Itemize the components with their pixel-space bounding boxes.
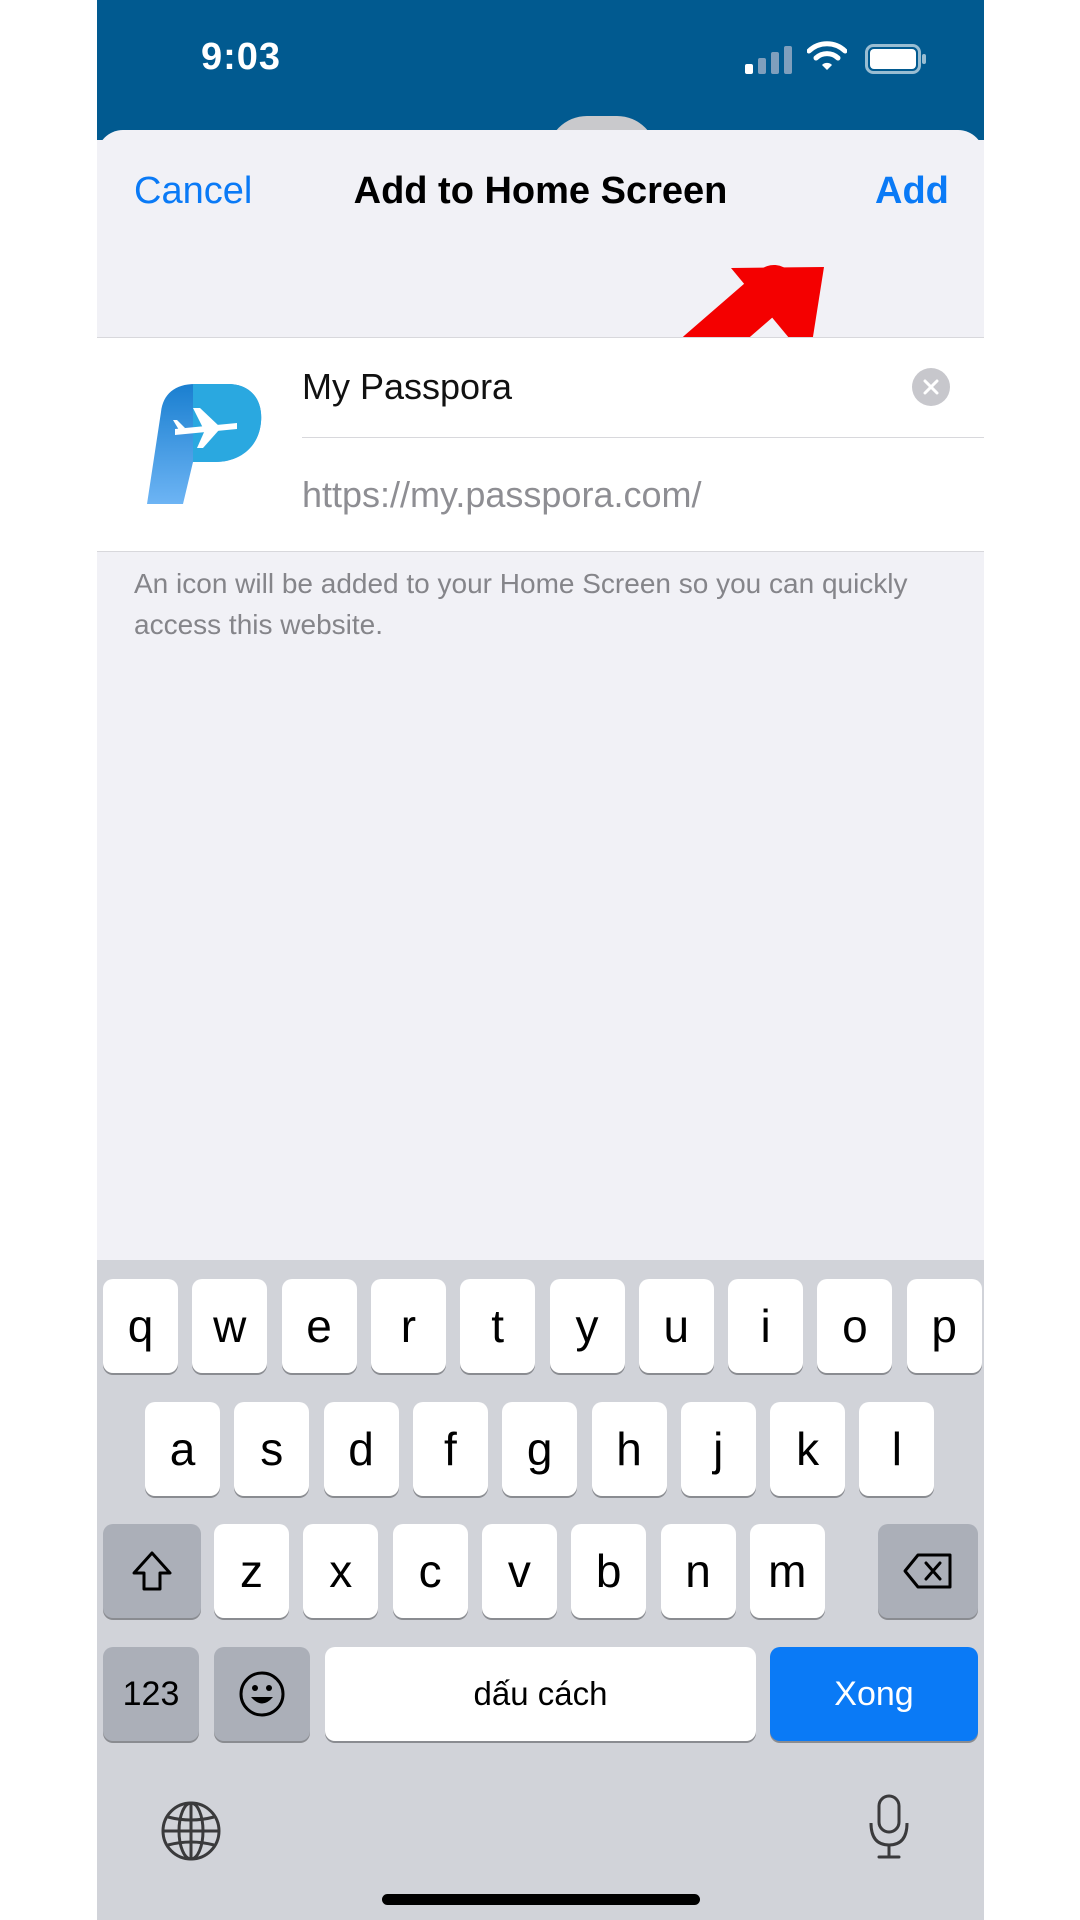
name-input-value[interactable]: My Passpora bbox=[302, 366, 512, 408]
key-i[interactable]: i bbox=[728, 1279, 804, 1373]
backspace-icon bbox=[903, 1553, 952, 1589]
hint-text: An icon will be added to your Home Scree… bbox=[134, 568, 908, 640]
shift-key[interactable] bbox=[103, 1524, 201, 1618]
key-d[interactable]: d bbox=[323, 1402, 399, 1496]
space-key[interactable]: dấu cách bbox=[325, 1647, 756, 1741]
keyboard: qwertyuiopasdfghjklzxcvbnm 123 dấu cách … bbox=[97, 1260, 984, 1920]
name-field[interactable]: My Passpora bbox=[302, 338, 984, 438]
key-m[interactable]: m bbox=[749, 1524, 825, 1618]
key-g[interactable]: g bbox=[502, 1402, 578, 1496]
key-j[interactable]: j bbox=[680, 1402, 756, 1496]
key-f[interactable]: f bbox=[412, 1402, 488, 1496]
key-v[interactable]: v bbox=[481, 1524, 557, 1618]
key-q[interactable]: q bbox=[103, 1279, 178, 1373]
passpora-logo-icon bbox=[147, 384, 262, 504]
microphone-icon[interactable] bbox=[867, 1793, 911, 1861]
clear-text-button[interactable] bbox=[912, 368, 950, 406]
emoji-icon bbox=[239, 1671, 285, 1717]
backspace-key[interactable] bbox=[878, 1524, 978, 1618]
shift-icon bbox=[132, 1551, 172, 1591]
key-h[interactable]: h bbox=[591, 1402, 667, 1496]
key-s[interactable]: s bbox=[234, 1402, 310, 1496]
add-to-home-sheet: Add to Home Screen Cancel Add My Passpor… bbox=[97, 130, 984, 1260]
key-k[interactable]: k bbox=[770, 1402, 846, 1496]
key-t[interactable]: t bbox=[460, 1279, 536, 1373]
key-u[interactable]: u bbox=[638, 1279, 714, 1373]
key-n[interactable]: n bbox=[660, 1524, 736, 1618]
wifi-icon bbox=[807, 41, 847, 70]
key-l[interactable]: l bbox=[859, 1402, 935, 1496]
key-b[interactable]: b bbox=[571, 1524, 647, 1618]
battery-icon bbox=[865, 44, 926, 74]
numbers-key[interactable]: 123 bbox=[103, 1647, 199, 1741]
home-indicator bbox=[382, 1894, 700, 1905]
emoji-key[interactable] bbox=[214, 1647, 310, 1741]
signal-icon bbox=[745, 46, 792, 74]
shortcut-card: My Passpora https://my.passpora.com/ bbox=[97, 337, 984, 552]
key-p[interactable]: p bbox=[906, 1279, 982, 1373]
key-w[interactable]: w bbox=[192, 1279, 268, 1373]
close-icon bbox=[923, 379, 939, 395]
add-button[interactable]: Add bbox=[875, 170, 949, 213]
key-r[interactable]: r bbox=[370, 1279, 446, 1373]
status-bar: 9:03 bbox=[97, 0, 984, 156]
key-e[interactable]: e bbox=[281, 1279, 357, 1373]
cancel-button[interactable]: Cancel bbox=[134, 170, 252, 213]
phone-screen: 9:03 Add to Home Screen Cancel Add My Pa… bbox=[97, 0, 984, 1920]
url-text: https://my.passpora.com/ bbox=[302, 474, 702, 515]
status-time: 9:03 bbox=[201, 36, 282, 78]
done-key[interactable]: Xong bbox=[770, 1647, 978, 1741]
key-z[interactable]: z bbox=[214, 1524, 289, 1618]
globe-icon[interactable] bbox=[160, 1800, 222, 1862]
key-c[interactable]: c bbox=[392, 1524, 468, 1618]
key-a[interactable]: a bbox=[145, 1402, 220, 1496]
key-x[interactable]: x bbox=[303, 1524, 379, 1618]
key-o[interactable]: o bbox=[817, 1279, 893, 1373]
key-y[interactable]: y bbox=[549, 1279, 625, 1373]
